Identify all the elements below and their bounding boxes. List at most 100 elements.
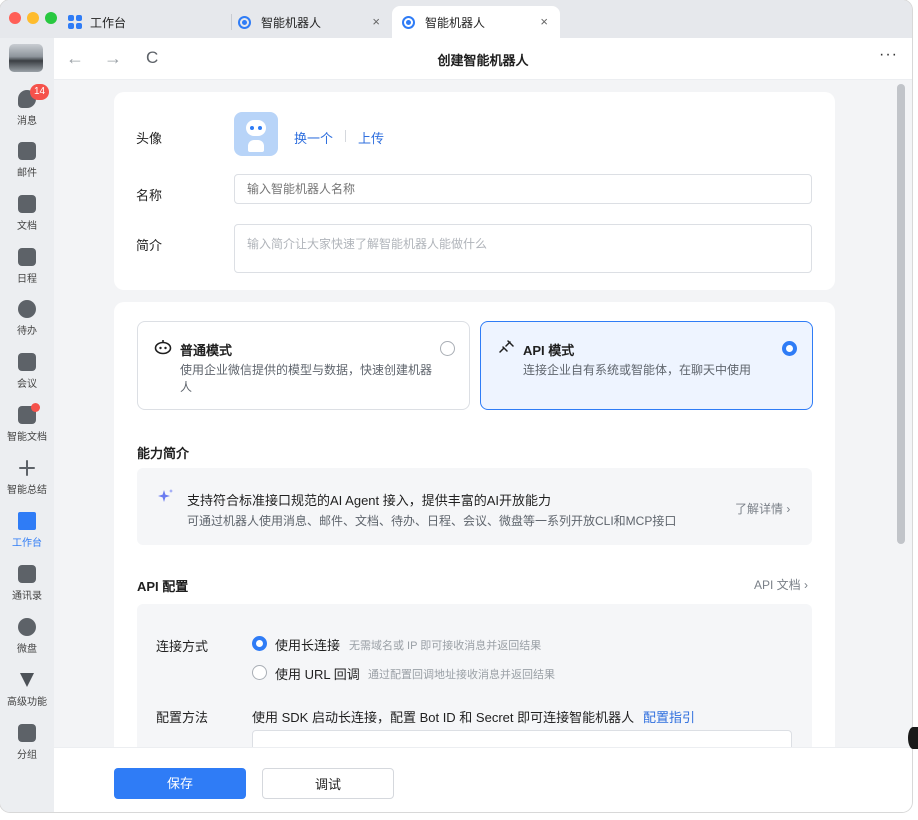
mode-description: 使用企业微信提供的模型与数据，快速创建机器人 [180, 363, 433, 394]
sidebar-item-label: 日程 [17, 274, 37, 285]
contacts-icon [18, 565, 36, 583]
more-options-icon[interactable]: ··· [879, 46, 898, 64]
sidebar-item-todo[interactable]: 待办 [0, 300, 54, 337]
close-window-button[interactable] [9, 12, 21, 24]
bot-icon [402, 15, 415, 29]
config-method-text: 使用 SDK 启动长连接，配置 Bot ID 和 Secret 即可连接智能机器… [252, 710, 635, 725]
sparkle-icon [18, 459, 36, 477]
app-window: 工作台 智能机器人 × 智能机器人 × 14 消息 邮件 文档 日程 待办 会议… [0, 0, 912, 812]
sidebar-item-label: 智能总结 [7, 485, 47, 496]
check-icon [18, 300, 36, 318]
long-connection-radio[interactable] [252, 636, 267, 651]
minimize-window-button[interactable] [27, 12, 39, 24]
robot-face-icon [154, 340, 172, 355]
tab-smart-bot-2[interactable]: 智能机器人 × [392, 6, 560, 38]
sidebar-item-calendar[interactable]: 日程 [0, 248, 54, 285]
change-avatar-link[interactable]: 换一个 [294, 128, 333, 147]
avatar-label: 头像 [136, 131, 163, 146]
name-label: 名称 [136, 188, 163, 203]
tab-bar: 工作台 智能机器人 × 智能机器人 × [0, 0, 912, 38]
api-config-box: 连接方式 使用长连接 无需域名或 IP 即可接收消息并返回结果 使用 URL 回… [137, 604, 812, 747]
api-mode-radio[interactable] [782, 341, 797, 356]
sidebar-item-smart-doc[interactable]: 智能文档 [0, 403, 54, 443]
mail-icon [18, 142, 36, 160]
intro-textarea[interactable]: 输入简介让大家快速了解智能机器人能做什么 [234, 224, 812, 273]
close-tab-icon[interactable]: × [540, 14, 548, 29]
sidebar-item-drive[interactable]: 微盘 [0, 618, 54, 655]
plug-icon [499, 340, 514, 353]
name-input[interactable] [234, 174, 812, 204]
tab-label: 智能机器人 [425, 15, 486, 30]
tab-workbench[interactable]: 工作台 [62, 6, 232, 38]
edge-handle [908, 727, 918, 749]
debug-button[interactable]: 调试 [262, 768, 394, 799]
main-content: 头像 换一个 上传 名称 简介 输入简介让大家快速了解智能机器人能做什么 [54, 80, 912, 747]
long-connection-label[interactable]: 使用长连接 [275, 635, 340, 654]
intro-placeholder: 输入简介让大家快速了解智能机器人能做什么 [247, 237, 488, 251]
workbench-icon [68, 15, 82, 29]
sidebar-item-mail[interactable]: 邮件 [0, 142, 54, 179]
sdk-config-field[interactable] [252, 730, 792, 747]
meeting-icon [18, 353, 36, 371]
connect-method-label: 连接方式 [156, 639, 209, 654]
sidebar-item-messages[interactable]: 14 消息 [0, 84, 54, 127]
sidebar-item-meeting[interactable]: 会议 [0, 353, 54, 390]
sidebar-item-label: 工作台 [12, 538, 42, 549]
sidebar-item-label: 会议 [17, 379, 37, 390]
save-button[interactable]: 保存 [114, 768, 246, 799]
advanced-icon [18, 671, 36, 689]
sidebar-item-label: 微盘 [17, 644, 37, 655]
sidebar-item-smart-summary[interactable]: 智能总结 [0, 459, 54, 496]
normal-mode-radio[interactable] [440, 341, 455, 356]
mode-config-card: 普通模式 使用企业微信提供的模型与数据，快速创建机器人 API 模式 连接企业自… [114, 302, 835, 747]
unread-badge: 14 [30, 84, 50, 100]
workbench-icon [18, 512, 36, 530]
normal-mode-option[interactable]: 普通模式 使用企业微信提供的模型与数据，快速创建机器人 [137, 321, 470, 410]
bot-avatar [234, 112, 278, 156]
intro-label: 简介 [136, 238, 163, 253]
capability-sub-text: 可通过机器人使用消息、邮件、文档、待办、日程、会议、微盘等一系列开放CLI和MC… [187, 514, 677, 528]
capability-info-box: 支持符合标准接口规范的AI Agent 接入，提供丰富的AI开放能力 可通过机器… [137, 468, 812, 545]
long-connection-hint: 无需域名或 IP 即可接收消息并返回结果 [349, 640, 542, 652]
capability-main-text: 支持符合标准接口规范的AI Agent 接入，提供丰富的AI开放能力 [187, 493, 552, 508]
api-doc-link[interactable]: API 文档 › [754, 576, 808, 593]
maximize-window-button[interactable] [45, 12, 57, 24]
capability-title: 能力简介 [137, 446, 190, 461]
sidebar-item-label: 智能文档 [7, 432, 47, 443]
user-avatar[interactable] [9, 44, 43, 72]
url-callback-hint: 通过配置回调地址接收消息并返回结果 [368, 669, 555, 681]
sidebar-item-docs[interactable]: 文档 [0, 195, 54, 232]
sidebar-item-group[interactable]: 分组 [0, 724, 54, 761]
tab-label: 工作台 [90, 15, 127, 30]
mode-description: 连接企业自有系统或智能体，在聊天中使用 [523, 363, 752, 377]
sidebar-item-label: 高级功能 [7, 697, 47, 708]
tab-smart-bot-1[interactable]: 智能机器人 × [232, 6, 392, 38]
toolbar: ← → C 创建智能机器人 ··· [54, 38, 912, 80]
bot-icon [238, 15, 251, 29]
sidebar-item-label: 待办 [17, 326, 37, 337]
sidebar-item-label: 邮件 [17, 168, 37, 179]
calendar-icon [18, 248, 36, 266]
drive-icon [18, 618, 36, 636]
sidebar-item-contacts[interactable]: 通讯录 [0, 565, 54, 602]
sidebar-item-workbench[interactable]: 工作台 [0, 512, 54, 549]
sidebar-item-label: 文档 [17, 221, 37, 232]
scrollbar[interactable] [897, 84, 905, 544]
upload-avatar-link[interactable]: 上传 [358, 128, 384, 147]
sidebar-item-advanced[interactable]: 高级功能 [0, 671, 54, 708]
group-icon [18, 724, 36, 742]
sidebar-item-label: 通讯录 [12, 591, 42, 602]
url-callback-radio[interactable] [252, 665, 267, 680]
footer-actions: 保存 调试 [54, 747, 912, 812]
mode-title: API 模式 [523, 343, 575, 358]
config-guide-link[interactable]: 配置指引 [643, 707, 695, 726]
url-callback-label[interactable]: 使用 URL 回调 [275, 664, 360, 683]
close-tab-icon[interactable]: × [372, 14, 380, 29]
sidebar-item-label: 分组 [17, 750, 37, 761]
api-mode-option[interactable]: API 模式 连接企业自有系统或智能体，在聊天中使用 [480, 321, 813, 410]
new-dot-badge [31, 403, 40, 412]
learn-more-link[interactable]: 了解详情 › [735, 500, 790, 517]
tab-label: 智能机器人 [261, 15, 322, 30]
sidebar: 14 消息 邮件 文档 日程 待办 会议 智能文档 智能总结 工作台 通讯录 微… [0, 38, 54, 812]
basic-info-card: 头像 换一个 上传 名称 简介 输入简介让大家快速了解智能机器人能做什么 [114, 92, 835, 290]
